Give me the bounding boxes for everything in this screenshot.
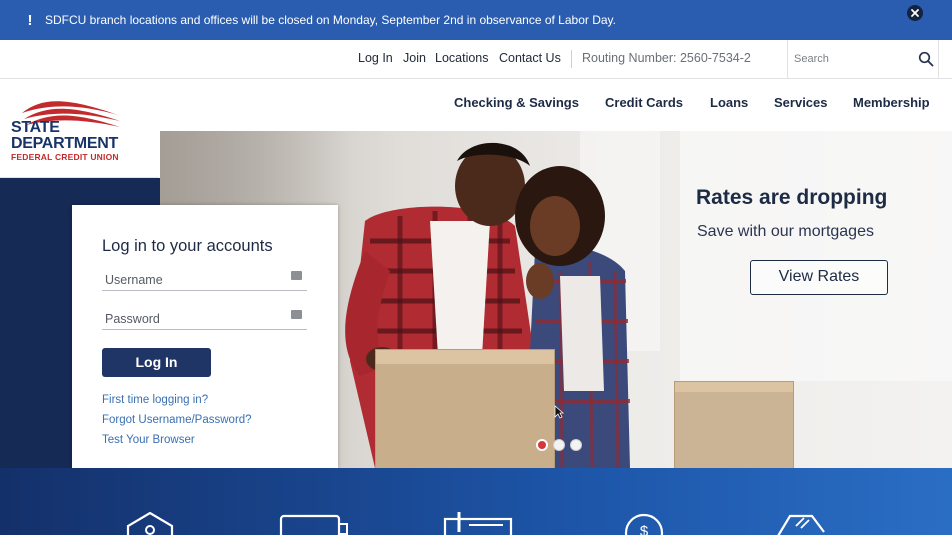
svg-text:$: $ <box>640 523 649 535</box>
nav-loans[interactable]: Loans <box>710 95 748 110</box>
mouse-cursor-icon <box>554 405 564 419</box>
hero-title: Rates are dropping <box>696 186 888 209</box>
nav-membership[interactable]: Membership <box>853 95 930 110</box>
card-icon[interactable] <box>279 512 349 535</box>
search-button[interactable] <box>918 51 934 67</box>
nav-credit-cards[interactable]: Credit Cards <box>605 95 683 110</box>
alert-close-button[interactable] <box>907 5 923 21</box>
logo-text-fcu: FEDERAL CREDIT UNION <box>11 152 119 162</box>
test-browser-link[interactable]: Test Your Browser <box>102 434 195 446</box>
utility-contact-link[interactable]: Contact Us <box>499 51 561 65</box>
alert-message: SDFCU branch locations and offices will … <box>45 13 616 27</box>
utility-bar: Log In Join Locations Contact Us Routing… <box>0 40 952 79</box>
search-icon <box>918 51 934 67</box>
alert-banner: ! SDFCU branch locations and offices wil… <box>0 0 952 40</box>
close-icon <box>907 5 923 21</box>
utility-login-link[interactable]: Log In <box>358 51 393 65</box>
password-field-wrap <box>102 306 307 330</box>
login-card: Log in to your accounts Log In First tim… <box>72 205 338 468</box>
routing-number: Routing Number: 2560-7534-2 <box>582 51 751 65</box>
login-button[interactable]: Log In <box>102 348 211 377</box>
moving-box <box>375 349 555 468</box>
quick-links-band: $ <box>0 468 952 535</box>
username-input[interactable] <box>105 272 275 288</box>
first-time-login-link[interactable]: First time logging in? <box>102 394 208 406</box>
password-input[interactable] <box>105 311 275 327</box>
utility-join-link[interactable]: Join <box>403 51 426 65</box>
forgot-credentials-link[interactable]: Forgot Username/Password? <box>102 414 252 426</box>
search-input[interactable] <box>794 50 904 68</box>
tag-icon[interactable] <box>776 512 826 535</box>
moving-box <box>674 381 794 468</box>
nav-services[interactable]: Services <box>774 95 828 110</box>
utility-locations-link[interactable]: Locations <box>435 51 489 65</box>
carousel-dot[interactable] <box>570 439 582 451</box>
checkbook-icon[interactable] <box>443 512 513 535</box>
divider <box>571 50 572 68</box>
carousel-dot[interactable] <box>536 439 548 451</box>
keyboard-icon[interactable] <box>291 271 302 280</box>
hero-subtitle: Save with our mortgages <box>697 223 874 240</box>
nav-checking-savings[interactable]: Checking & Savings <box>454 95 579 110</box>
carousel-dot[interactable] <box>553 439 565 451</box>
house-icon[interactable] <box>126 512 174 535</box>
username-field-wrap <box>102 267 307 291</box>
brand-logo[interactable]: STATE DEPARTMENT FEDERAL CREDIT UNION <box>0 79 159 178</box>
logo-text-department: DEPARTMENT <box>11 135 118 152</box>
search-box <box>787 40 939 78</box>
login-title: Log in to your accounts <box>102 237 273 255</box>
keyboard-icon[interactable] <box>291 310 302 319</box>
dollar-coin-icon[interactable]: $ <box>623 512 665 535</box>
exclamation-icon: ! <box>27 11 33 29</box>
view-rates-button[interactable]: View Rates <box>750 260 888 295</box>
